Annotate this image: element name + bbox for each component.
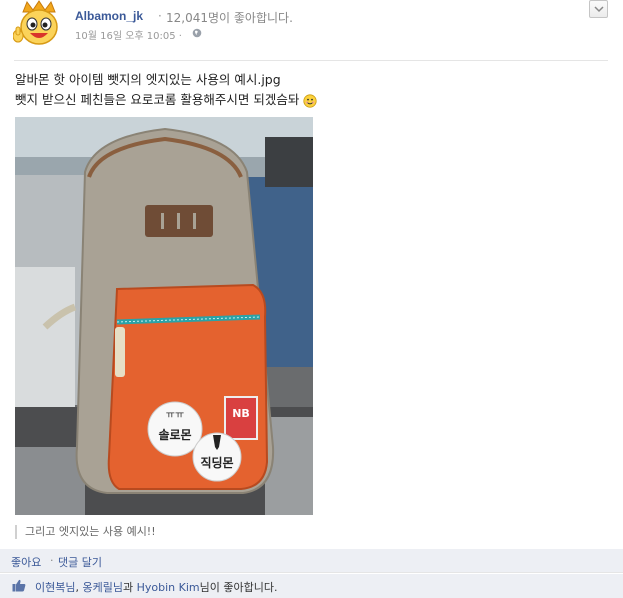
badge-right-text: 직딩몬	[200, 455, 233, 470]
thumbs-up-icon	[12, 579, 26, 592]
message-line-2-wrap: 뺏지 받으신 페친들은 요로코롬 활용해주시면 되겠슴돠	[15, 90, 605, 110]
likes-summary-text: 이현복님, 옹케릴님과 Hyobin Kim님이 좋아합니다.	[35, 579, 277, 595]
badge-left-small: ㅠㅠ	[166, 410, 184, 421]
globe-icon	[192, 28, 202, 38]
separator-dot: ·	[158, 9, 162, 23]
liker-link-2[interactable]: 옹케릴님	[82, 581, 122, 594]
chevron-down-icon	[594, 6, 604, 13]
header-divider	[14, 60, 608, 61]
page-avatar[interactable]	[12, 0, 65, 50]
comment-button[interactable]: 댓글 달기	[58, 554, 102, 570]
photo-caption-wrap: 그리고 엣지있는 사용 예시!!	[15, 525, 156, 539]
post-header: Albamon_jk · 12,041명이 좋아합니다. 10월 16일 오후 …	[0, 0, 623, 60]
like-button[interactable]: 좋아요	[11, 554, 41, 570]
liker-link-1[interactable]: 이현복님	[35, 581, 75, 594]
post-message: 알바몬 핫 아이템 뺏지의 엣지있는 사용의 예시.jpg 뺏지 받으신 페친들…	[15, 70, 605, 110]
liker-sep-2: 과	[122, 581, 137, 594]
page-name-link[interactable]: Albamon_jk	[75, 9, 143, 23]
likes-suffix: 님이 좋아합니다.	[199, 581, 278, 594]
smile-emoji-icon	[303, 93, 317, 108]
badge-left-text: 솔로몬	[158, 428, 191, 442]
svg-text:NB: NB	[232, 407, 250, 420]
message-line-1: 알바몬 핫 아이템 뺏지의 엣지있는 사용의 예시.jpg	[15, 72, 281, 87]
post-options-button[interactable]	[589, 0, 608, 18]
page-likes-count: 12,041명이 좋아합니다.	[166, 11, 293, 25]
likes-summary-bar: 이현복님, 옹케릴님과 Hyobin Kim님이 좋아합니다.	[0, 574, 623, 598]
post-actions-bar: 좋아요 · 댓글 달기	[0, 549, 623, 573]
message-line-2: 뺏지 받으신 페친들은 요로코롬 활용해주시면 되겠슴돠	[15, 92, 300, 107]
liker-link-3[interactable]: Hyobin Kim	[137, 581, 200, 594]
post-timestamp[interactable]: 10월 16일 오후 10:05 ·	[75, 27, 182, 42]
actions-separator: ·	[50, 554, 54, 567]
photo-caption: 그리고 엣지있는 사용 예시!!	[25, 525, 156, 538]
post-photo[interactable]: NB ㅠㅠ 솔로몬 직딩몬	[15, 117, 313, 515]
